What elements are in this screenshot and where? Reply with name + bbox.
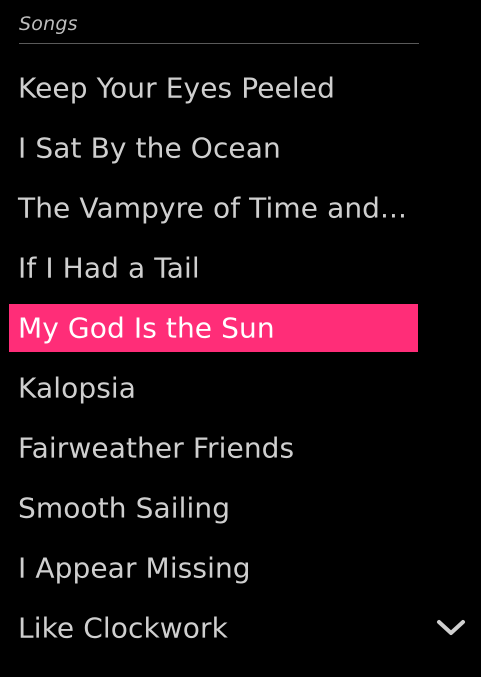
- song-title: I Appear Missing: [18, 551, 251, 585]
- song-item-keep-your-eyes-peeled[interactable]: Keep Your Eyes Peeled: [9, 58, 418, 118]
- section-header: Songs: [19, 12, 419, 44]
- section-title: Songs: [19, 13, 78, 35]
- song-title: Like Clockwork: [18, 611, 228, 645]
- song-item-my-god-is-the-sun[interactable]: My God Is the Sun: [9, 298, 418, 358]
- song-item-i-sat-by-the-ocean[interactable]: I Sat By the Ocean: [9, 118, 418, 178]
- scroll-down-button[interactable]: [434, 614, 468, 640]
- song-title: Kalopsia: [18, 371, 137, 405]
- song-list: Keep Your Eyes Peeled I Sat By the Ocean…: [9, 58, 418, 658]
- chevron-down-icon: [437, 620, 465, 635]
- song-title: If I Had a Tail: [18, 251, 200, 285]
- song-title: My God Is the Sun: [18, 311, 275, 345]
- song-item-fairweather-friends[interactable]: Fairweather Friends: [9, 418, 418, 478]
- song-title: Keep Your Eyes Peeled: [18, 71, 335, 105]
- song-title: I Sat By the Ocean: [18, 131, 281, 165]
- song-title: Smooth Sailing: [18, 491, 231, 525]
- song-item-like-clockwork[interactable]: Like Clockwork: [9, 598, 418, 658]
- song-title: The Vampyre of Time and...: [18, 191, 408, 225]
- song-item-i-appear-missing[interactable]: I Appear Missing: [9, 538, 418, 598]
- song-item-if-i-had-a-tail[interactable]: If I Had a Tail: [9, 238, 418, 298]
- song-item-smooth-sailing[interactable]: Smooth Sailing: [9, 478, 418, 538]
- song-item-the-vampyre-of-time-and[interactable]: The Vampyre of Time and...: [9, 178, 418, 238]
- song-item-kalopsia[interactable]: Kalopsia: [9, 358, 418, 418]
- song-title: Fairweather Friends: [18, 431, 295, 465]
